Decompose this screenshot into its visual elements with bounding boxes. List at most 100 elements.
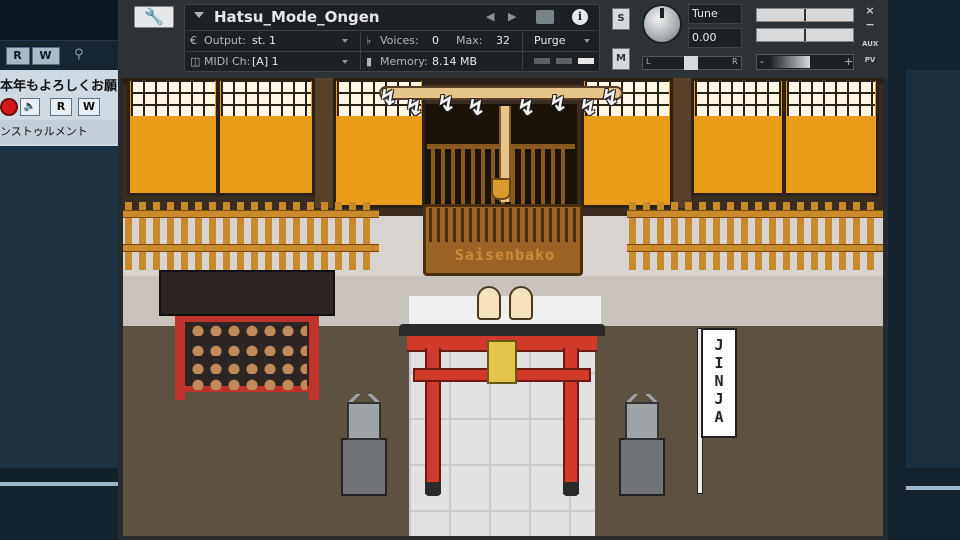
fence-rail (123, 244, 379, 252)
header-divider (186, 51, 598, 52)
pan-right-label: R (732, 57, 738, 66)
shide-paper-icon: ↯ (579, 96, 598, 121)
offering-box-label: Saisenbako (454, 246, 556, 264)
voices-label: Voices: (380, 34, 419, 47)
shrine-pillar (673, 78, 691, 208)
level-peak-marker (804, 9, 806, 21)
track-read-button[interactable]: R (50, 98, 72, 116)
voices-icon: ♭ (366, 34, 372, 47)
purge-menu[interactable]: Purge (534, 34, 566, 47)
ema-plaques (189, 362, 307, 374)
left-hand-icon[interactable] (477, 286, 501, 320)
prev-instrument-icon[interactable]: ◀ (486, 10, 494, 23)
memory-icon: ▮ (366, 55, 373, 68)
daw-right-track-area (906, 70, 960, 468)
ema-rack-leg (175, 316, 185, 400)
shoji-lattice (787, 80, 875, 116)
track-instrument-label[interactable]: ンストゥルメント (0, 120, 118, 144)
shide-paper-icon: ↯ (549, 92, 568, 117)
fox-statue-icon[interactable] (347, 402, 381, 440)
fox-statue-pedestal (341, 438, 387, 496)
output-value[interactable]: st. 1 (252, 34, 276, 47)
pv-button[interactable]: PV (862, 56, 878, 64)
shrine-pillar (315, 78, 333, 208)
fence-rail (627, 244, 883, 252)
level-peak-marker (804, 29, 806, 41)
instrument-scene: ↯ ↯ ↯ ↯ ↯ ↯ ↯ ↯ Saisenbako J I N J A (123, 78, 883, 536)
voices-value: 0 (432, 34, 439, 47)
fence-rail (627, 210, 883, 218)
shoji-lattice (221, 80, 311, 116)
ema-rack-roof (159, 270, 335, 316)
pan-left-label: L (646, 57, 651, 66)
banner-text: JINJA (714, 336, 724, 426)
next-instrument-icon[interactable]: ▶ (508, 10, 516, 23)
midi-icon: ◫ (190, 55, 201, 68)
tune-label: Tune (692, 7, 718, 20)
daw-track-area (0, 146, 118, 468)
shide-paper-icon: ↯ (517, 96, 536, 121)
write-automation-button[interactable]: W (32, 47, 60, 65)
memory-label: Memory: (380, 55, 428, 68)
cpu-meter (534, 58, 550, 64)
volume-slider-fill (770, 56, 810, 68)
shide-paper-icon: ↯ (467, 96, 486, 121)
torii-top-beam (399, 324, 605, 336)
bell-tassel-icon[interactable] (491, 178, 511, 200)
shoji-lattice (695, 80, 781, 116)
daw-right-divider (906, 486, 960, 490)
offering-box-slats (429, 208, 577, 242)
max-voices-value[interactable]: 32 (496, 34, 510, 47)
purge-dropdown-icon[interactable] (584, 39, 590, 43)
record-arm-button[interactable] (0, 98, 18, 116)
output-label: Output: (204, 34, 246, 47)
mute-button[interactable]: M (612, 48, 630, 70)
search-icon[interactable]: ⚲ (74, 47, 90, 63)
info-icon[interactable]: i (572, 9, 588, 25)
fence-rail (123, 210, 379, 218)
right-hand-icon[interactable] (509, 286, 533, 320)
ema-plaques (189, 324, 307, 336)
torii-plaque[interactable] (487, 340, 517, 384)
wrench-icon[interactable]: 🔧 (134, 6, 174, 28)
tune-value[interactable]: 0.00 (692, 31, 717, 44)
torii-foot (425, 482, 441, 496)
load-meter (578, 58, 594, 64)
volume-plus-label: + (844, 55, 854, 68)
daw-toolbar (0, 0, 118, 40)
solo-button[interactable]: S (612, 8, 630, 30)
memory-value: 8.14 MB (432, 55, 478, 68)
ema-plaques (189, 378, 307, 390)
shide-paper-icon: ↯ (601, 86, 620, 111)
midi-channel-label: MIDI Ch: (204, 55, 251, 68)
minimize-icon[interactable]: − (862, 18, 878, 31)
midi-channel-value[interactable]: [A] 1 (252, 55, 279, 68)
instrument-menu-icon[interactable] (194, 12, 204, 18)
max-voices-label: Max: (456, 34, 483, 47)
shide-paper-icon: ↯ (379, 86, 398, 111)
header-divider (186, 30, 598, 31)
shide-paper-icon: ↯ (405, 96, 424, 121)
shide-paper-icon: ↯ (437, 92, 456, 117)
pan-slider-thumb[interactable] (684, 56, 698, 70)
output-dropdown-icon[interactable] (342, 39, 348, 43)
close-icon[interactable]: × (862, 4, 878, 17)
daw-bottom-area (0, 486, 118, 540)
tune-knob-indicator (660, 8, 664, 18)
track-name[interactable]: 本年もよろしくお願 (0, 75, 118, 94)
track-write-button[interactable]: W (78, 98, 100, 116)
read-automation-button[interactable]: R (6, 47, 30, 65)
ema-plaques (189, 344, 307, 356)
midi-dropdown-icon[interactable] (342, 60, 348, 64)
fox-statue-icon[interactable] (625, 402, 659, 440)
monitor-speaker-icon[interactable]: 🔈 (20, 98, 40, 116)
camera-icon[interactable] (536, 10, 554, 24)
aux-button[interactable]: AUX (862, 40, 878, 48)
disk-meter (556, 58, 572, 64)
ema-rack-leg (309, 316, 319, 400)
instrument-name[interactable]: Hatsu_Mode_Ongen (214, 8, 380, 26)
fox-statue-pedestal (619, 438, 665, 496)
shoji-lattice (131, 80, 215, 116)
volume-minus-label: - (760, 55, 764, 68)
output-icon: € (190, 34, 197, 47)
